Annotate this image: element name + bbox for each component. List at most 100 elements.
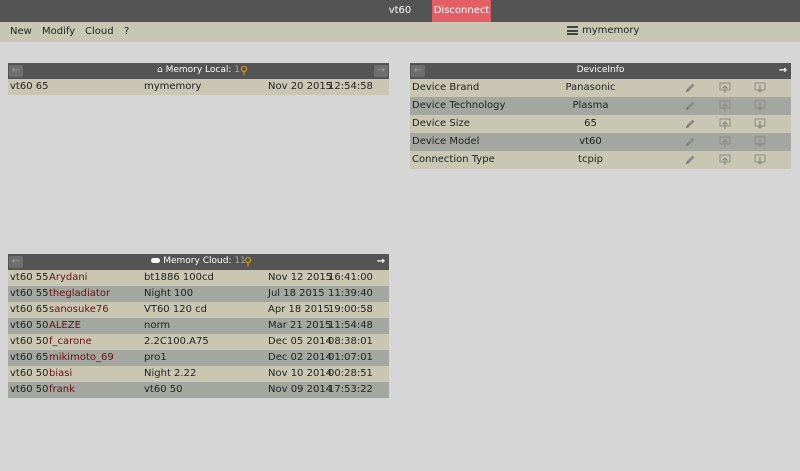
device-info-row: Connection Type tcpip	[410, 151, 791, 169]
current-memory-name: mymemory	[582, 25, 640, 36]
memory-cloud-row[interactable]: vt60 50 ALEZE norm Mar 21 2015 11:54:48	[8, 318, 389, 334]
row-user: mikimoto_69	[49, 352, 114, 363]
upload-icon[interactable]	[719, 136, 731, 148]
row-name: 2.2C100.A75	[144, 336, 209, 347]
home-icon: ⌂	[156, 65, 163, 75]
row-date: Nov 12 2015	[268, 272, 333, 283]
device-info-value: vt60	[579, 136, 602, 147]
row-time: 11:54:48	[328, 320, 373, 331]
row-model: vt60 50	[10, 336, 49, 347]
memory-cloud-row[interactable]: vt60 50 biasi Night 2.22 Nov 10 2014 00:28:5…	[8, 366, 389, 382]
row-time: 12:54:58	[328, 81, 373, 92]
device-info-title: DeviceInfo	[576, 65, 625, 75]
download-icon[interactable]	[754, 136, 766, 148]
memory-cloud-row[interactable]: vt60 50 frank vt60 50 Nov 09 2014 17:53:22	[8, 382, 389, 398]
device-info-row: Device Technology Plasma	[410, 97, 791, 115]
pencil-icon[interactable]	[684, 118, 696, 130]
menu-bar: New Modify Cloud ? mymemory	[0, 22, 800, 42]
row-user: thegladiator	[49, 288, 111, 299]
menu-help[interactable]: ?	[124, 26, 129, 37]
download-icon[interactable]	[754, 100, 766, 112]
upload-icon[interactable]	[719, 154, 731, 166]
row-name: mymemory	[144, 81, 202, 92]
device-info-row: Device Size 65	[410, 115, 791, 133]
download-icon[interactable]	[754, 82, 766, 94]
download-icon[interactable]	[754, 118, 766, 130]
row-user: f_carone	[49, 336, 92, 347]
search-icon[interactable]: ⚲	[240, 64, 248, 77]
menu-modify[interactable]: Modify	[42, 26, 75, 37]
memory-local-title: ⌂ Memory Local: 1	[156, 65, 241, 75]
row-model: vt60 50	[10, 368, 49, 379]
arrow-right-icon[interactable]: →	[374, 256, 388, 268]
device-info-label: Connection Type	[412, 154, 495, 165]
current-memory[interactable]: mymemory	[567, 25, 639, 36]
search-icon[interactable]: ⚲	[244, 255, 252, 268]
row-model: vt60 65	[10, 304, 49, 315]
pencil-icon[interactable]	[684, 100, 696, 112]
device-info-label: Device Size	[412, 118, 470, 129]
row-time: 11:39:40	[328, 288, 373, 299]
row-time: 08:38:01	[328, 336, 373, 347]
memory-cloud-row[interactable]: vt60 55 thegladiator Night 100 Jul 18 2015 1…	[8, 286, 389, 302]
memory-cloud-row[interactable]: vt60 65 mikimoto_69 pro1 Dec 02 2014 01:07:0…	[8, 350, 389, 366]
download-icon[interactable]	[754, 154, 766, 166]
row-date: Nov 10 2014	[268, 368, 333, 379]
arrow-right-icon[interactable]: →	[374, 65, 388, 77]
menu-new[interactable]: New	[10, 26, 32, 37]
row-user: biasi	[49, 368, 73, 379]
title-bar: vt60 Disconnect	[0, 0, 800, 22]
pencil-icon[interactable]	[684, 136, 696, 148]
row-time: 16:41:00	[328, 272, 373, 283]
row-user: Arydani	[49, 272, 88, 283]
row-time: 17:53:22	[328, 384, 373, 395]
device-info-list: Device Brand Panasonic Device Technology Pl…	[410, 79, 791, 169]
upload-icon[interactable]	[719, 118, 731, 130]
memory-cloud-row[interactable]: vt60 55 Arydani bt1886 100cd Nov 12 2015 16:…	[8, 270, 389, 286]
device-info-value: tcpip	[578, 154, 603, 165]
arrow-right-icon[interactable]: →	[776, 65, 790, 77]
device-info-label: Device Technology	[412, 100, 506, 111]
row-time: 01:07:01	[328, 352, 373, 363]
memory-local-header: ← ⌂ Memory Local: 1 ⚲ →	[8, 63, 389, 79]
row-date: Mar 21 2015	[268, 320, 332, 331]
row-name: Night 100	[144, 288, 194, 299]
row-model: vt60 50	[10, 320, 49, 331]
row-name: bt1886 100cd	[144, 272, 214, 283]
row-time: 19:00:58	[328, 304, 373, 315]
row-model: vt60 65	[10, 352, 49, 363]
row-date: Apr 18 2015	[268, 304, 330, 315]
window-title: vt60	[388, 5, 412, 16]
row-user: sanosuke76	[49, 304, 109, 315]
device-info-value: Panasonic	[565, 82, 616, 93]
row-model: vt60 50	[10, 384, 49, 395]
disconnect-button[interactable]: Disconnect	[432, 0, 491, 22]
pencil-icon[interactable]	[684, 82, 696, 94]
pencil-icon[interactable]	[684, 154, 696, 166]
hamburger-icon	[567, 26, 578, 35]
row-name: Night 2.22	[144, 368, 197, 379]
memory-cloud-row[interactable]: vt60 50 f_carone 2.2C100.A75 Dec 05 2014 08:…	[8, 334, 389, 350]
row-model: vt60 55	[10, 272, 49, 283]
upload-icon[interactable]	[719, 100, 731, 112]
device-info-panel: ← DeviceInfo → Device Brand Panasonic Devi…	[410, 63, 791, 169]
row-name: pro1	[144, 352, 167, 363]
row-user: frank	[49, 384, 75, 395]
row-name: norm	[144, 320, 171, 331]
device-info-label: Device Brand	[412, 82, 480, 93]
upload-icon[interactable]	[719, 82, 731, 94]
memory-cloud-row[interactable]: vt60 65 sanosuke76 VT60 120 cd Apr 18 2015 1…	[8, 302, 389, 318]
memory-local-row[interactable]: vt60 65 mymemory Nov 20 2015 12:54:58	[8, 79, 389, 95]
memory-local-panel: ← ⌂ Memory Local: 1 ⚲ → vt60 65 mymemory…	[8, 63, 389, 95]
row-date: Dec 05 2014	[268, 336, 332, 347]
memory-cloud-panel: ← Memory Cloud: 11 ⚲ → vt60 55 Arydani bt1…	[8, 254, 389, 398]
row-date: Jul 18 2015	[268, 288, 325, 299]
device-info-value: Plasma	[572, 100, 609, 111]
menu-cloud[interactable]: Cloud	[85, 26, 114, 37]
device-info-row: Device Brand Panasonic	[410, 79, 791, 97]
row-name: vt60 50	[144, 384, 183, 395]
device-info-row: Device Model vt60	[410, 133, 791, 151]
memory-cloud-list: vt60 55 Arydani bt1886 100cd Nov 12 2015 16:…	[8, 270, 389, 398]
row-date: Dec 02 2014	[268, 352, 332, 363]
cloud-icon	[151, 258, 161, 263]
